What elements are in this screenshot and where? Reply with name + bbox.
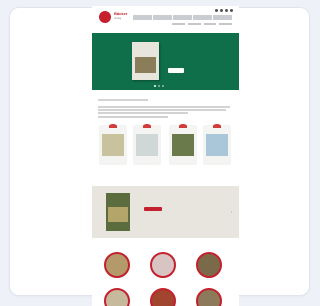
nav-item[interactable] bbox=[133, 15, 152, 20]
nav-item[interactable] bbox=[193, 15, 212, 20]
book-card[interactable] bbox=[204, 124, 230, 164]
text-line bbox=[98, 112, 188, 114]
category-circle[interactable] bbox=[196, 288, 222, 306]
subnav-item[interactable] bbox=[203, 23, 217, 25]
nav-item[interactable] bbox=[213, 15, 232, 20]
carousel-dots bbox=[154, 85, 164, 87]
category-circle[interactable] bbox=[150, 252, 176, 278]
carousel-dot[interactable] bbox=[158, 85, 160, 87]
header-icons bbox=[207, 9, 233, 13]
search-icon[interactable] bbox=[215, 9, 218, 12]
text-line bbox=[98, 109, 226, 111]
book-card[interactable] bbox=[134, 124, 160, 164]
hero-book-cover[interactable] bbox=[132, 42, 159, 80]
website-page: Bäcker Verlag › bbox=[92, 6, 239, 306]
user-icon[interactable] bbox=[220, 9, 223, 12]
site-header: Bäcker Verlag bbox=[92, 6, 239, 32]
promo-button[interactable] bbox=[144, 207, 162, 211]
subnav-item[interactable] bbox=[172, 23, 185, 25]
promo-book-cover[interactable] bbox=[106, 193, 130, 231]
text-line bbox=[98, 106, 230, 108]
main-nav bbox=[133, 15, 232, 20]
book-image bbox=[206, 134, 228, 156]
book-image bbox=[136, 134, 158, 156]
cart-icon[interactable] bbox=[230, 9, 233, 12]
hero-book-image bbox=[135, 57, 156, 73]
subnav-item[interactable] bbox=[187, 23, 201, 25]
logo-icon[interactable] bbox=[99, 11, 111, 23]
hero-cta-button[interactable] bbox=[168, 68, 184, 73]
promo-section: › bbox=[92, 186, 239, 238]
book-image bbox=[172, 134, 194, 156]
book-card[interactable] bbox=[170, 124, 196, 164]
heart-icon[interactable] bbox=[225, 9, 228, 12]
subnav-item[interactable] bbox=[219, 23, 232, 25]
badge-icon bbox=[109, 124, 117, 128]
badge-icon bbox=[143, 124, 151, 128]
carousel-dot[interactable] bbox=[154, 85, 156, 87]
badge-icon bbox=[213, 124, 221, 128]
category-circle[interactable] bbox=[104, 252, 130, 278]
text-line bbox=[98, 99, 148, 101]
chevron-right-icon[interactable]: › bbox=[231, 210, 232, 214]
carousel-dot[interactable] bbox=[162, 85, 164, 87]
logo-text[interactable]: Bäcker bbox=[114, 12, 127, 16]
badge-icon bbox=[179, 124, 187, 128]
category-circle[interactable] bbox=[150, 288, 176, 306]
sub-nav bbox=[172, 23, 232, 26]
nav-item[interactable] bbox=[173, 15, 192, 20]
hero-banner[interactable] bbox=[92, 33, 239, 90]
book-image bbox=[102, 134, 124, 156]
category-circle[interactable] bbox=[196, 252, 222, 278]
text-line bbox=[98, 116, 168, 118]
book-card[interactable] bbox=[100, 124, 126, 164]
promo-book-image bbox=[108, 207, 128, 222]
category-circle[interactable] bbox=[104, 288, 130, 306]
logo-subtext: Verlag bbox=[114, 17, 122, 20]
nav-item[interactable] bbox=[153, 15, 172, 20]
